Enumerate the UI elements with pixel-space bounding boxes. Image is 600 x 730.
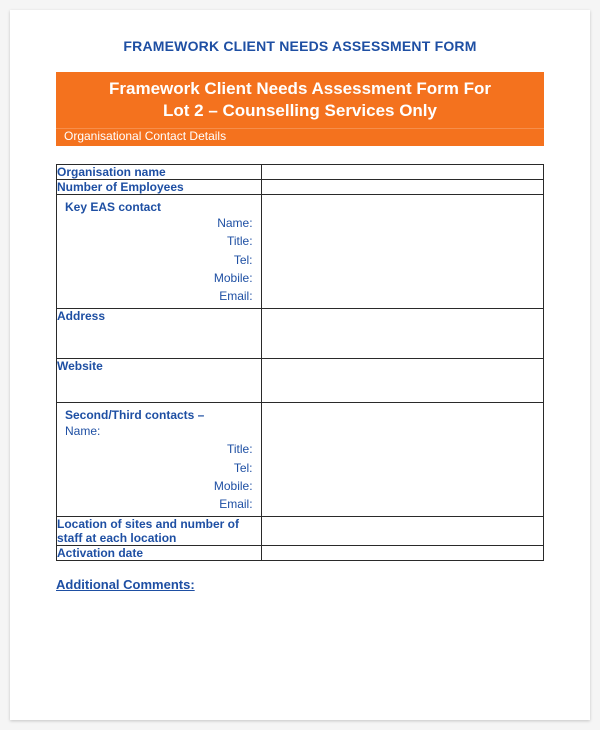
label-address: Address [57, 309, 262, 359]
row-activation-date: Activation date [57, 546, 544, 561]
value-location-sites[interactable] [261, 517, 543, 546]
label-activation-date: Activation date [57, 546, 262, 561]
value-address[interactable] [261, 309, 543, 359]
additional-comments-heading: Additional Comments: [56, 577, 544, 592]
second-contact-tel: Tel: [57, 459, 261, 477]
value-key-contact[interactable] [261, 195, 543, 309]
row-location-sites: Location of sites and number of staff at… [57, 517, 544, 546]
row-key-contact: Key EAS contact Name: Title: Tel: Mobile… [57, 195, 544, 309]
label-num-employees: Number of Employees [57, 180, 262, 195]
key-contact-title: Title: [57, 232, 261, 250]
form-table: Organisation name Number of Employees Ke… [56, 164, 544, 561]
key-contact-tel: Tel: [57, 251, 261, 269]
banner-subtitle: Organisational Contact Details [56, 128, 544, 146]
label-second-contact: Second/Third contacts – Name: Title: Tel… [57, 403, 262, 517]
key-contact-name: Name: [57, 214, 261, 232]
row-website: Website [57, 359, 544, 403]
row-org-name: Organisation name [57, 165, 544, 180]
banner-title-line1: Framework Client Needs Assessment Form F… [109, 79, 491, 98]
row-second-contact: Second/Third contacts – Name: Title: Tel… [57, 403, 544, 517]
second-contact-title: Title: [57, 440, 261, 458]
value-org-name[interactable] [261, 165, 543, 180]
label-key-contact: Key EAS contact Name: Title: Tel: Mobile… [57, 195, 262, 309]
key-contact-heading: Key EAS contact [57, 200, 261, 214]
key-contact-email: Email: [57, 287, 261, 305]
row-address: Address [57, 309, 544, 359]
value-website[interactable] [261, 359, 543, 403]
label-location-sites: Location of sites and number of staff at… [57, 517, 262, 546]
document-heading: FRAMEWORK CLIENT NEEDS ASSESSMENT FORM [56, 38, 544, 54]
second-contact-name: Name: [57, 422, 261, 440]
banner-title-line2: Lot 2 – Counselling Services Only [163, 101, 437, 120]
second-contact-heading: Second/Third contacts – [57, 408, 261, 422]
banner-title: Framework Client Needs Assessment Form F… [56, 72, 544, 128]
second-contact-email: Email: [57, 495, 261, 513]
label-org-name: Organisation name [57, 165, 262, 180]
label-website: Website [57, 359, 262, 403]
row-num-employees: Number of Employees [57, 180, 544, 195]
value-second-contact[interactable] [261, 403, 543, 517]
second-contact-mobile: Mobile: [57, 477, 261, 495]
document-page: FRAMEWORK CLIENT NEEDS ASSESSMENT FORM F… [10, 10, 590, 720]
value-num-employees[interactable] [261, 180, 543, 195]
value-activation-date[interactable] [261, 546, 543, 561]
key-contact-mobile: Mobile: [57, 269, 261, 287]
